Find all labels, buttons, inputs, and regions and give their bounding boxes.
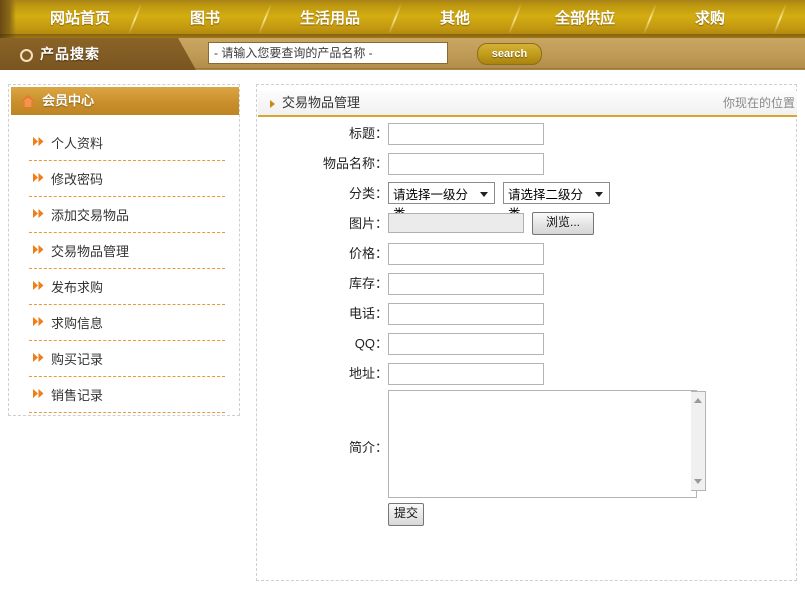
nav-separator <box>127 4 143 34</box>
browse-button[interactable]: 浏览... <box>532 212 594 235</box>
form-row-title: 标题： <box>257 123 798 153</box>
qq-input[interactable] <box>388 333 544 355</box>
sidebar-item-0[interactable]: 个人资料 <box>29 125 225 161</box>
sidebar-item-label: 个人资料 <box>51 136 104 151</box>
sidebar-item-label: 添加交易物品 <box>51 208 130 223</box>
category-label: 分类： <box>348 186 388 201</box>
nav-item-4[interactable]: 全部供应 <box>530 0 640 38</box>
price-label: 价格： <box>348 246 388 261</box>
qq-label: QQ： <box>354 336 388 351</box>
sidebar-item-label: 修改密码 <box>51 172 104 187</box>
nav-separator <box>387 4 403 34</box>
nav-separator <box>642 4 658 34</box>
scroll-up-icon[interactable] <box>694 398 702 403</box>
nav-item-5[interactable]: 求购 <box>665 0 755 38</box>
page-title: 交易物品管理 <box>282 95 361 110</box>
sidebar-item-3[interactable]: 交易物品管理 <box>29 233 225 269</box>
main-content-panel: 交易物品管理 你现在的位置 标题： 物品名称： 分类： 请选择一级分类 <box>256 84 797 581</box>
sidebar-menu-list: 个人资料修改密码添加交易物品 交易物品管理 发布求购求购信息购买记录销售记录 <box>29 125 225 413</box>
nav-item-list: 网站首页 图书 生活用品 其他 全部供应 求购 <box>0 0 805 38</box>
double-arrow-icon <box>33 317 44 326</box>
title-input[interactable] <box>388 123 544 145</box>
sidebar-item-label: 求购信息 <box>51 316 104 331</box>
nav-item-2[interactable]: 生活用品 <box>275 0 385 38</box>
intro-scrollbar[interactable] <box>691 391 706 491</box>
sidebar-item-label: 交易物品管理 <box>51 244 130 259</box>
item-management-form: 标题： 物品名称： 分类： 请选择一级分类 请选择二级分类 <box>257 123 798 533</box>
secondary-category-select[interactable]: 请选择二级分类 <box>503 182 610 221</box>
sidebar-item-1[interactable]: 修改密码 <box>29 161 225 197</box>
top-navigation-bar: 网站首页 图书 生活用品 其他 全部供应 求购 <box>0 0 805 38</box>
nav-separator <box>257 4 273 34</box>
sidebar-header: 会员中心 <box>11 87 239 115</box>
circle-icon <box>20 49 33 62</box>
form-row-stock: 库存： <box>257 273 798 303</box>
triangle-right-icon <box>270 100 275 108</box>
main-panel-header: 交易物品管理 你现在的位置 <box>258 91 797 117</box>
form-row-phone: 电话： <box>257 303 798 333</box>
intro-label: 简介： <box>348 440 388 455</box>
item-name-label: 物品名称： <box>322 156 388 171</box>
form-row-price: 价格： <box>257 243 798 273</box>
sidebar-item-2[interactable]: 添加交易物品 <box>29 197 225 233</box>
double-arrow-icon <box>33 281 44 290</box>
sidebar-header-label: 会员中心 <box>42 93 95 108</box>
sidebar-item-6[interactable]: 购买记录 <box>29 341 225 377</box>
sidebar-item-4[interactable]: 发布求购 <box>29 269 225 305</box>
nav-item-3[interactable]: 其他 <box>410 0 500 38</box>
address-label: 地址： <box>348 366 388 381</box>
form-row-submit: 提交 <box>257 503 798 533</box>
sidebar-item-label: 购买记录 <box>51 352 104 367</box>
sidebar-item-label: 销售记录 <box>51 388 104 403</box>
price-input[interactable] <box>388 243 544 265</box>
double-arrow-icon <box>33 353 44 362</box>
primary-category-select[interactable]: 请选择一级分类 <box>388 182 495 221</box>
form-row-qq: QQ： <box>257 333 798 363</box>
phone-input[interactable] <box>388 303 544 325</box>
breadcrumb: 你现在的位置 <box>722 96 795 110</box>
stock-input[interactable] <box>388 273 544 295</box>
form-row-address: 地址： <box>257 363 798 393</box>
double-arrow-icon <box>33 173 44 182</box>
scroll-down-icon[interactable] <box>694 479 702 484</box>
product-search-tab-label: 产品搜索 <box>40 46 100 62</box>
page-root: 网站首页图书生活用品其他全部供应求购 产品搜索 search 会员中心 个人资料… <box>0 0 805 589</box>
address-input[interactable] <box>388 363 544 385</box>
double-arrow-icon <box>33 245 44 254</box>
member-center-sidebar: 会员中心 个人资料修改密码添加交易物品 交易物品管理 发布求购求购信息购买记录销售记… <box>8 84 240 416</box>
search-button[interactable]: search <box>477 43 542 65</box>
nav-item-0[interactable]: 网站首页 <box>30 0 130 38</box>
sidebar-item-5[interactable]: 求购信息 <box>29 305 225 341</box>
double-arrow-icon <box>33 137 44 146</box>
form-rows-group-2: 价格： 库存： 电话： QQ： 地址： <box>257 243 798 393</box>
item-name-input[interactable] <box>388 153 544 175</box>
intro-textarea[interactable] <box>388 390 697 498</box>
form-row-item-name: 物品名称： <box>257 153 798 183</box>
nav-item-1[interactable]: 图书 <box>160 0 250 38</box>
nav-separator <box>772 4 788 34</box>
phone-label: 电话： <box>348 306 388 321</box>
image-file-field[interactable] <box>388 213 524 233</box>
home-icon <box>21 95 35 108</box>
sidebar-item-7[interactable]: 销售记录 <box>29 377 225 413</box>
nav-separator <box>507 4 523 34</box>
double-arrow-icon <box>33 209 44 218</box>
stock-label: 库存： <box>348 276 388 291</box>
sidebar-item-label: 发布求购 <box>51 280 104 295</box>
search-input[interactable] <box>208 42 448 64</box>
form-row-category: 分类： 请选择一级分类 请选择二级分类 <box>257 182 798 221</box>
title-label: 标题： <box>348 126 388 141</box>
image-label: 图片： <box>348 216 388 231</box>
submit-button[interactable]: 提交 <box>388 503 424 526</box>
form-row-image: 图片： 浏览... <box>257 212 798 243</box>
double-arrow-icon <box>33 389 44 398</box>
form-row-intro: 简介： <box>257 390 798 503</box>
